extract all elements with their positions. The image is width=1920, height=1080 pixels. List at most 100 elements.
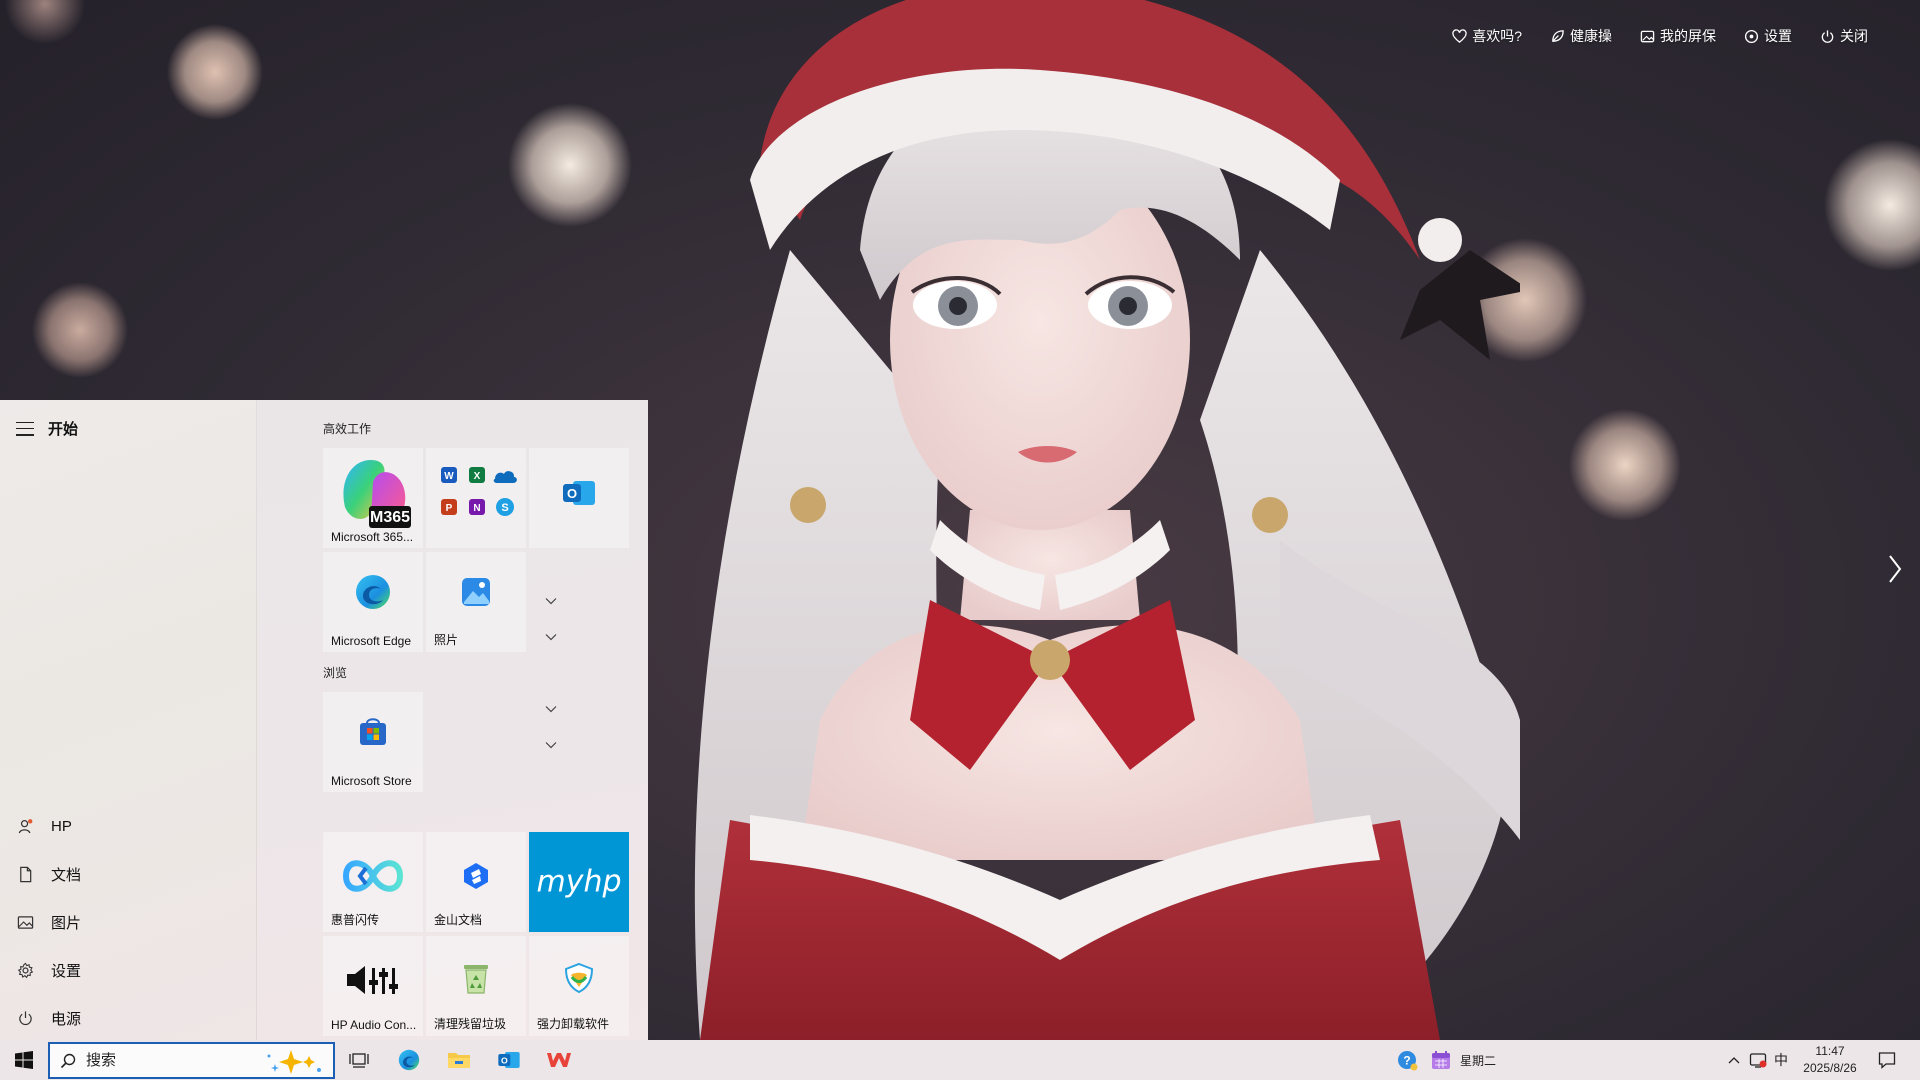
- calendar-icon: [1432, 1051, 1450, 1069]
- tile-label: 金山文档: [434, 913, 483, 927]
- task-view-icon: [349, 1053, 369, 1068]
- gear-icon: [17, 962, 34, 978]
- hp-quickdrop-icon: [342, 860, 404, 892]
- taskbar: O ? 星期二 中 11:4: [0, 1040, 1920, 1080]
- taskbar-file-explorer-button[interactable]: [436, 1040, 482, 1080]
- tile-label: 照片: [434, 633, 459, 647]
- sidebar-item-pictures[interactable]: 图片: [0, 898, 256, 946]
- chevron-down-icon[interactable]: [545, 633, 557, 641]
- taskbar-edge-button[interactable]: [386, 1040, 432, 1080]
- group-label-productivity: 高效工作: [323, 422, 372, 436]
- document-icon: [20, 866, 32, 882]
- folder-icon: [448, 1053, 470, 1068]
- start-menu-sidebar: 开始 HP 文档 图片 设置 电源: [0, 400, 257, 1040]
- tile-photos[interactable]: 照片: [426, 552, 526, 652]
- shield-icon: [564, 962, 594, 994]
- myhp-logo-icon: myhp: [536, 864, 622, 900]
- tile-kingsoft-docs[interactable]: 金山文档: [426, 832, 526, 932]
- security-tray-button[interactable]: [1746, 1040, 1770, 1080]
- start-menu: 开始 HP 文档 图片 设置 电源 高效工作 M365 Microsoft 36…: [0, 400, 648, 1040]
- taskbar-outlook-button[interactable]: O: [486, 1040, 532, 1080]
- tile-microsoft-365[interactable]: M365 Microsoft 365...: [323, 448, 423, 548]
- my-screensaver-button[interactable]: 我的屏保: [1640, 26, 1716, 46]
- recycle-bin-icon: [464, 965, 488, 994]
- taskbar-clock[interactable]: 11:47 2025/8/26: [1790, 1043, 1870, 1077]
- tile-label: 清理残留垃圾: [434, 1017, 507, 1031]
- office-apps-icons: W X P N S: [441, 467, 517, 516]
- heart-icon: [1452, 28, 1467, 43]
- power-icon: [1821, 29, 1834, 43]
- wps-office-icon: [547, 1053, 571, 1067]
- tile-myhp[interactable]: myhp: [529, 832, 629, 932]
- chevron-down-icon[interactable]: [545, 705, 557, 713]
- image-icon: [1640, 30, 1655, 42]
- start-button[interactable]: [0, 1040, 48, 1080]
- sidebar-item-label: 文档: [51, 866, 82, 884]
- tile-label: Microsoft Store: [331, 774, 412, 788]
- security-shield-icon: [1749, 1053, 1767, 1068]
- health-exercise-button[interactable]: 健康操: [1550, 26, 1612, 46]
- edge-icon: [356, 575, 390, 609]
- tile-outlook[interactable]: O: [529, 448, 629, 548]
- tile-microsoft-edge[interactable]: Microsoft Edge: [323, 552, 423, 652]
- like-button-label: 喜欢吗?: [1472, 28, 1522, 44]
- calendar-widget-button[interactable]: 星期二: [1430, 1040, 1514, 1080]
- wallpaper-settings-button[interactable]: 设置: [1744, 26, 1792, 46]
- task-view-button[interactable]: [336, 1040, 382, 1080]
- next-wallpaper-chevron-icon[interactable]: [1886, 552, 1904, 586]
- svg-text:W: W: [444, 471, 454, 482]
- tile-label: 惠普闪传: [331, 913, 380, 927]
- wallpaper-toolbar: 喜欢吗? 健康操 我的屏保 设置 关闭: [1452, 26, 1868, 46]
- tile-label: Microsoft 365...: [331, 530, 414, 544]
- search-icon: [60, 1053, 76, 1068]
- start-menu-title: 开始: [48, 421, 79, 438]
- ime-button[interactable]: 中: [1770, 1040, 1792, 1080]
- tile-microsoft-store[interactable]: Microsoft Store: [323, 692, 423, 792]
- clock-date: 2025/8/26: [1803, 1061, 1857, 1075]
- search-input[interactable]: [86, 1052, 246, 1069]
- outlook-icon: O: [498, 1052, 520, 1068]
- svg-text:X: X: [474, 471, 481, 482]
- sparkle-highlight-icon[interactable]: [261, 1048, 325, 1076]
- sidebar-item-power[interactable]: 电源: [0, 994, 256, 1042]
- svg-text:O: O: [567, 486, 577, 501]
- sidebar-item-documents[interactable]: 文档: [0, 850, 256, 898]
- user-icon: [18, 818, 33, 833]
- photos-icon: [462, 578, 490, 606]
- health-exercise-label: 健康操: [1570, 28, 1612, 44]
- tile-cleaner[interactable]: 清理残留垃圾: [426, 936, 526, 1036]
- leaf-icon: [1552, 29, 1564, 42]
- group-label-browse: 浏览: [323, 666, 348, 680]
- m365-badge: M365: [370, 509, 410, 526]
- tile-label: 强力卸载软件: [537, 1017, 610, 1031]
- sidebar-item-label: 设置: [51, 962, 82, 980]
- help-icon: ?: [1398, 1051, 1418, 1071]
- notification-center-button[interactable]: [1862, 1040, 1912, 1080]
- tile-hp-audio-control[interactable]: HP Audio Con...: [323, 936, 423, 1036]
- sidebar-item-account[interactable]: HP: [0, 802, 256, 850]
- svg-text:N: N: [473, 503, 480, 514]
- sidebar-item-label: HP: [51, 817, 72, 835]
- tile-label: Microsoft Edge: [331, 634, 412, 648]
- start-menu-header: 开始: [16, 418, 78, 439]
- taskbar-wps-button[interactable]: [536, 1040, 582, 1080]
- taskbar-search-box[interactable]: [48, 1042, 335, 1079]
- notification-icon: [1878, 1052, 1896, 1069]
- tile-office-apps-folder[interactable]: W X P N S: [426, 448, 526, 548]
- sidebar-item-settings[interactable]: 设置: [0, 946, 256, 994]
- onedrive-icon: [493, 471, 517, 483]
- svg-text:?: ?: [1403, 1054, 1410, 1068]
- tile-uninstaller[interactable]: 强力卸载软件: [529, 936, 629, 1036]
- wallpaper-close-button[interactable]: 关闭: [1820, 26, 1868, 46]
- chevron-down-icon[interactable]: [545, 741, 557, 749]
- sidebar-item-label: 电源: [51, 1010, 82, 1028]
- tile-hp-flash-transfer[interactable]: 惠普闪传: [323, 832, 423, 932]
- help-tray-button[interactable]: ?: [1390, 1040, 1424, 1080]
- ime-label: 中: [1774, 1052, 1788, 1068]
- like-button[interactable]: 喜欢吗?: [1452, 26, 1522, 46]
- store-icon: [360, 718, 386, 745]
- show-hidden-icons-button[interactable]: [1723, 1040, 1745, 1080]
- hamburger-menu-icon[interactable]: [16, 421, 34, 436]
- svg-text:S: S: [501, 502, 508, 514]
- chevron-down-icon[interactable]: [545, 597, 557, 605]
